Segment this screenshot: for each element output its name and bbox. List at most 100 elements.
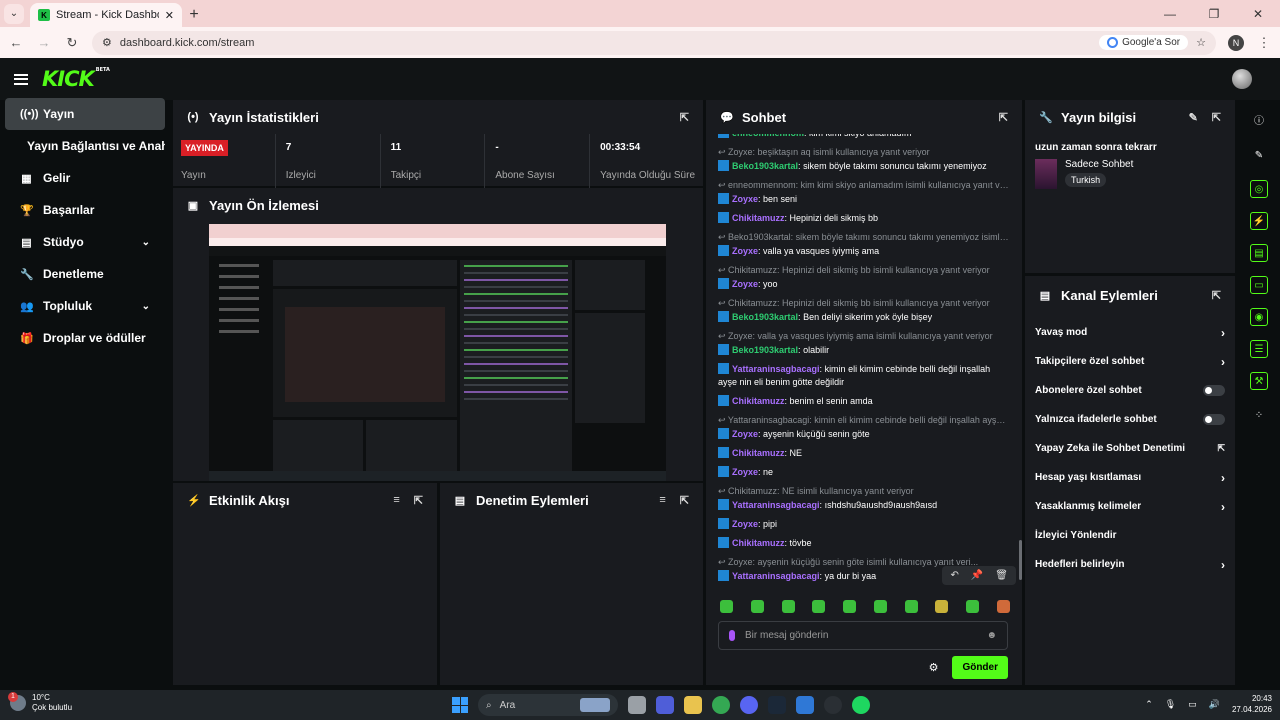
popout-icon[interactable]: ⇱	[1212, 289, 1221, 302]
sidebar-item-studyo[interactable]: ▤ Stüdyo ⌄	[5, 226, 165, 258]
chat-username[interactable]: Zoyxe	[732, 246, 758, 256]
sidebar-item-gelir[interactable]: ▦ Gelir	[5, 162, 165, 194]
emote-icon[interactable]	[750, 600, 764, 613]
bookmark-star-icon[interactable]: ☆	[1196, 36, 1206, 49]
chat-message[interactable]: Zoyxe: yoo	[718, 278, 1010, 291]
chrome-icon[interactable]	[712, 696, 730, 714]
chat-message[interactable]: Zoyxe: ben seni	[718, 193, 1010, 206]
channel-action-item[interactable]: Yapay Zeka ile Sohbet Denetimi ⇱	[1025, 434, 1235, 463]
tab-list-chevron-icon[interactable]: ⌄	[4, 3, 24, 24]
chat-username[interactable]: Yattaraninsagbacagi	[732, 571, 820, 581]
sidebar-item-droplar[interactable]: 🎁 Droplar ve ödüller	[5, 322, 165, 354]
bolt-icon[interactable]: ⚡	[1250, 212, 1268, 230]
actions-icon[interactable]: ☰	[1250, 340, 1268, 358]
stream-preview-video[interactable]	[209, 224, 666, 481]
pencil-icon[interactable]: ✎	[1248, 144, 1270, 166]
clock[interactable]: 20:43 27.04.2026	[1232, 693, 1272, 715]
mic-icon[interactable]	[729, 630, 735, 641]
emote-icon[interactable]	[966, 600, 980, 613]
filter-icon[interactable]: ≡	[659, 494, 665, 507]
popout-icon[interactable]: ⇱	[414, 494, 423, 507]
emote-icon[interactable]	[996, 600, 1010, 613]
popout-icon[interactable]: ⇱	[1212, 111, 1221, 124]
info-icon[interactable]: ⓘ	[1248, 108, 1270, 130]
toggle-switch[interactable]	[1203, 385, 1225, 396]
user-avatar[interactable]	[1232, 69, 1252, 89]
emote-icon[interactable]	[781, 600, 795, 613]
chat-message[interactable]: Chikitamuzz: tövbe	[718, 537, 1010, 550]
chat-message[interactable]: Beko1903kartal: olabilir	[718, 344, 1010, 357]
popout-icon[interactable]: ⇱	[680, 494, 689, 507]
maximize-icon[interactable]: ❐	[1192, 0, 1236, 27]
delete-icon[interactable]: 🗑	[995, 570, 1008, 581]
sidebar-item-basarilar[interactable]: 🏆 Başarılar	[5, 194, 165, 226]
channel-action-item[interactable]: Yasaklanmış kelimeler ›	[1025, 492, 1235, 521]
chat-message[interactable]: Yattaraninsagbacagi: kimin eli kimim ceb…	[718, 363, 1010, 389]
chat-message[interactable]: Zoyxe: pipi	[718, 518, 1010, 531]
channel-action-item[interactable]: Yalnızca ifadelerle sohbet	[1025, 405, 1235, 434]
emoji-icon[interactable]: ☻	[986, 630, 997, 641]
chat-username[interactable]: Beko1903kartal	[732, 312, 798, 322]
chat-input[interactable]: Bir mesaj gönderin ☻	[718, 621, 1008, 650]
windows-start-icon[interactable]	[452, 697, 468, 713]
emote-icon[interactable]	[935, 600, 949, 613]
target-icon[interactable]: ◎	[1250, 180, 1268, 198]
chat-username[interactable]: Zoyxe	[732, 194, 758, 204]
kick-logo[interactable]: KICK BETA	[42, 67, 110, 91]
reload-icon[interactable]: ↻	[64, 35, 80, 51]
site-info-icon[interactable]: ⚙	[102, 36, 112, 49]
chat-message[interactable]: Zoyxe: ayşenin küçüğü senin göte	[718, 428, 1010, 441]
chat-username[interactable]: Chikitamuzz	[732, 448, 785, 458]
send-button[interactable]: Gönder	[952, 656, 1008, 679]
emote-icon[interactable]	[843, 600, 857, 613]
channel-action-item[interactable]: Takipçilere özel sohbet ›	[1025, 347, 1235, 376]
chat-username[interactable]: enneommennom	[732, 134, 804, 138]
toggle-switch[interactable]	[1203, 414, 1225, 425]
google-ask-button[interactable]: Google'a Sor	[1099, 35, 1189, 50]
chat-message[interactable]: enneommennom: kim kimi skiyo anlamadım	[718, 134, 1010, 140]
chat-message[interactable]: Beko1903kartal: Ben deliyi sikerim yok ö…	[718, 311, 1010, 324]
chat-message[interactable]: Chikitamuzz: benim el senin amda	[718, 395, 1010, 408]
channel-action-item[interactable]: Yavaş mod ›	[1025, 318, 1235, 347]
sidebar-item-yayin[interactable]: ((•)) Yayın	[5, 98, 165, 130]
task-view-icon[interactable]	[628, 696, 646, 714]
chat-username[interactable]: Zoyxe	[732, 279, 758, 289]
chat-username[interactable]: Chikitamuzz	[732, 396, 785, 406]
chat-settings-icon[interactable]: ⚙	[929, 661, 939, 674]
channel-action-item[interactable]: Abonelere özel sohbet	[1025, 376, 1235, 405]
file-explorer-icon[interactable]	[684, 696, 702, 714]
chat-username[interactable]: Chikitamuzz	[732, 538, 785, 548]
chat-username[interactable]: Zoyxe	[732, 519, 758, 529]
chat-bubble-icon[interactable]: ▭	[1250, 276, 1268, 294]
reply-icon[interactable]: ↶	[950, 570, 958, 581]
filter-icon[interactable]: ≡	[393, 494, 399, 507]
chat-message[interactable]: Chikitamuzz: NE	[718, 447, 1010, 460]
steam-icon[interactable]	[768, 696, 786, 714]
chat-username[interactable]: Beko1903kartal	[732, 345, 798, 355]
profile-avatar[interactable]: N	[1228, 34, 1244, 51]
chat-message[interactable]: Beko1903kartal: sikem böyle takımı sonun…	[718, 160, 1010, 173]
close-window-icon[interactable]: ✕	[1236, 0, 1280, 27]
chat-username[interactable]: Chikitamuzz	[732, 213, 785, 223]
sidebar-item-stream-key[interactable]: Yayın Bağlantısı ve Anahtarı	[5, 130, 165, 162]
browser-menu-icon[interactable]: ⋮	[1256, 35, 1272, 51]
pin-icon[interactable]: 📌	[971, 570, 983, 581]
chat-message[interactable]: Yattaraninsagbacagi: ıshdshu9aıushd9ıaus…	[718, 499, 1010, 512]
chat-messages[interactable]: enneommennom: kim kimi skiyo anlamadım ↩ …	[706, 134, 1022, 589]
back-icon[interactable]: ←	[8, 35, 24, 50]
chat-message[interactable]: Chikitamuzz: Hepinizi deli sikmiş bb	[718, 212, 1010, 225]
chat-message[interactable]: Zoyxe: valla ya vasques iyiymiş ama	[718, 245, 1010, 258]
minimize-icon[interactable]: —	[1148, 0, 1192, 27]
broadcast-icon[interactable]: ◉	[1250, 308, 1268, 326]
menu-hamburger-icon[interactable]	[14, 73, 28, 85]
url-field[interactable]: ⚙ dashboard.kick.com/stream Google'a Sor…	[92, 30, 1216, 55]
forward-icon[interactable]: →	[36, 35, 52, 50]
popout-icon[interactable]: ⇱	[680, 111, 689, 124]
obs-icon[interactable]	[824, 696, 842, 714]
chat-message[interactable]: Zoyxe: ne	[718, 466, 1010, 479]
channel-action-item[interactable]: Hesap yaşı kısıtlaması ›	[1025, 463, 1235, 492]
chat-scrollbar[interactable]	[1019, 540, 1022, 580]
sidebar-item-denetleme[interactable]: 🔧 Denetleme	[5, 258, 165, 290]
chat-username[interactable]: Zoyxe	[732, 429, 758, 439]
store-icon[interactable]	[796, 696, 814, 714]
